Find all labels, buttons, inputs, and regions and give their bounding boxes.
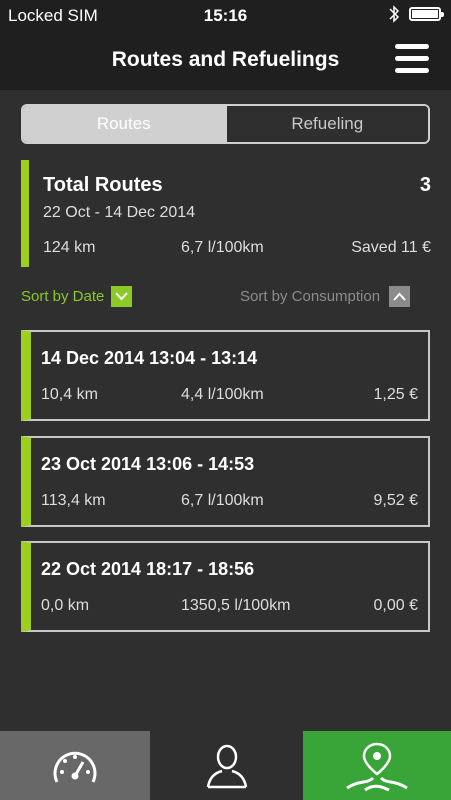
route-item[interactable]: 14 Dec 2014 13:04 - 13:14 10,4 km 4,4 l/…: [21, 330, 430, 421]
bluetooth-icon: [388, 4, 400, 29]
summary-consumption: 6,7 l/100km: [181, 239, 264, 256]
battery-icon: [409, 7, 444, 21]
page-title: Routes and Refuelings: [111, 48, 340, 71]
summary-date-range: 22 Oct - 14 Dec 2014: [43, 204, 196, 221]
route-cost: 9,52 €: [373, 492, 418, 509]
sort-by-date-button[interactable]: Sort by Date: [21, 286, 133, 307]
status-bar: Locked SIM 15:16: [0, 0, 451, 30]
person-icon: [206, 744, 247, 788]
total-routes-summary: Total Routes 3 22 Oct - 14 Dec 2014 124 …: [21, 160, 431, 267]
route-item[interactable]: 23 Oct 2014 13:06 - 14:53 113,4 km 6,7 l…: [21, 436, 430, 527]
sort-by-consumption-label: Sort by Consumption: [240, 288, 381, 305]
tab-profile[interactable]: [150, 731, 303, 800]
tab-routes-selected[interactable]: [303, 731, 451, 800]
bottom-tab-bar: [0, 731, 451, 800]
tab-refueling[interactable]: Refueling: [224, 106, 428, 142]
route-consumption: 6,7 l/100km: [181, 492, 264, 509]
tab-dashboard[interactable]: [0, 731, 150, 800]
route-distance: 0,0 km: [41, 597, 90, 614]
route-title: 14 Dec 2014 13:04 - 13:14: [41, 348, 258, 368]
summary-distance: 124 km: [43, 239, 96, 256]
route-cost: 1,25 €: [373, 386, 418, 403]
status-time: 15:16: [203, 6, 248, 25]
route-title: 23 Oct 2014 13:06 - 14:53: [41, 454, 255, 474]
route-map-pin-icon: [346, 742, 408, 791]
summary-count: 3: [419, 174, 431, 196]
route-title: 22 Oct 2014 18:17 - 18:56: [41, 559, 255, 579]
segmented-control: Routes Refueling: [21, 104, 430, 144]
speedometer-icon: [53, 751, 97, 783]
chevron-down-icon: [111, 286, 133, 307]
route-consumption: 4,4 l/100km: [181, 386, 264, 403]
hamburger-menu-icon[interactable]: [395, 44, 429, 74]
tab-routes[interactable]: Routes: [23, 106, 225, 142]
summary-title: Total Routes: [43, 174, 163, 196]
route-item[interactable]: 22 Oct 2014 18:17 - 18:56 0,0 km 1350,5 …: [21, 541, 430, 632]
route-cost: 0,00 €: [373, 597, 418, 614]
route-distance: 113,4 km: [41, 492, 106, 509]
app-header: Routes and Refuelings: [0, 30, 451, 90]
route-distance: 10,4 km: [41, 386, 98, 403]
chevron-up-icon: [389, 286, 411, 307]
summary-saved: Saved 11 €: [351, 239, 431, 256]
route-consumption: 1350,5 l/100km: [181, 597, 291, 614]
sort-by-consumption-button[interactable]: Sort by Consumption: [240, 286, 411, 307]
sort-by-date-label: Sort by Date: [21, 288, 105, 305]
